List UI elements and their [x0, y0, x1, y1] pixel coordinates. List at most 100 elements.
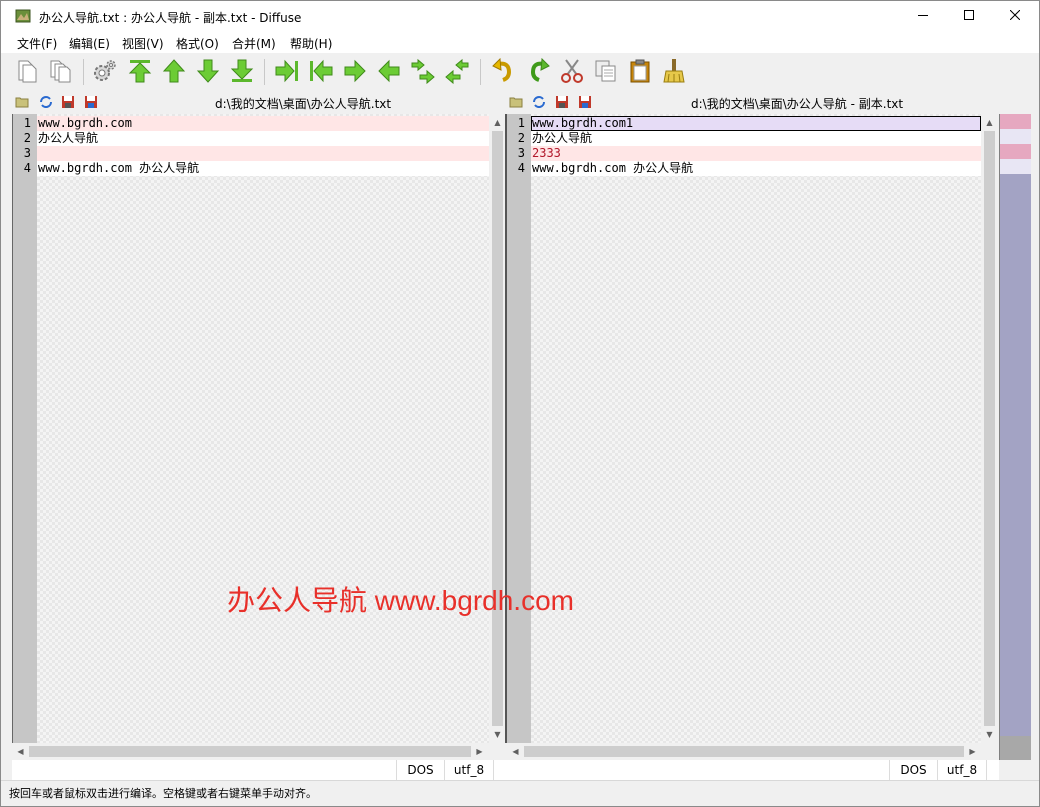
copy-left-button[interactable] [307, 58, 335, 86]
first-difference-icon [127, 58, 153, 87]
reload-file-icon[interactable] [39, 95, 53, 109]
overview-same-marker [1000, 129, 1016, 144]
menu-format[interactable]: 格式(O) [176, 35, 219, 52]
previous-difference-icon [161, 58, 187, 87]
overview-corner [1000, 736, 1031, 760]
minimize-button[interactable] [900, 1, 946, 31]
merge-left-icon [376, 58, 402, 87]
close-button[interactable] [992, 1, 1038, 31]
new-2way-icon [15, 59, 39, 86]
line-ending-label: DOS [396, 760, 444, 780]
copy-button[interactable] [592, 58, 620, 86]
right-text-area[interactable]: www.bgrdh.com1 办公人导航 2333 www.bgrdh.com … [531, 114, 981, 743]
scroll-right-arrow-icon[interactable]: ▶ [471, 743, 488, 760]
left-text-area[interactable]: www.bgrdh.com 办公人导航 www.bgrdh.com 办公人导航 [37, 114, 489, 743]
open-file-icon[interactable] [509, 95, 523, 109]
open-file-icon[interactable] [15, 95, 29, 109]
preferences-icon [92, 58, 118, 87]
left-pane[interactable]: 1 2 3 4 www.bgrdh.com 办公人导航 www.bgrdh.co… [12, 114, 506, 743]
overview-diff-marker [1000, 144, 1016, 159]
previous-difference-button[interactable] [160, 58, 188, 86]
menu-edit[interactable]: 编辑(E) [69, 35, 110, 52]
merge-both-left-icon [444, 58, 470, 87]
paste-button[interactable] [626, 58, 654, 86]
maximize-button[interactable] [946, 1, 992, 31]
overview-same-marker [1016, 129, 1031, 144]
new-3way-button[interactable] [47, 58, 75, 86]
overview-same-marker [1000, 159, 1016, 174]
menu-help[interactable]: 帮助(H) [290, 35, 332, 52]
menu-view[interactable]: 视图(V) [122, 35, 164, 52]
toolbar-separator [264, 59, 265, 85]
left-encoding-bar: DOS utf_8 [12, 760, 495, 780]
save-file-icon[interactable] [555, 95, 569, 109]
menu-merge[interactable]: 合并(M) [232, 35, 276, 52]
copy-icon [593, 58, 619, 87]
text-line[interactable]: www.bgrdh.com 办公人导航 [37, 161, 489, 176]
merge-both-left-button[interactable] [443, 58, 471, 86]
text-line[interactable]: www.bgrdh.com1 [531, 116, 981, 131]
undo-button[interactable] [490, 57, 518, 86]
scrollbar-thumb[interactable] [29, 746, 471, 757]
new-2way-button[interactable] [13, 58, 41, 86]
next-difference-button[interactable] [194, 58, 222, 86]
text-line[interactable]: www.bgrdh.com [37, 116, 489, 131]
merge-both-right-button[interactable] [409, 58, 437, 86]
scroll-down-arrow-icon[interactable]: ▼ [981, 726, 998, 743]
scrollbar-thumb[interactable] [492, 131, 503, 726]
left-pane-header: d:\我的文档\桌面\办公人导航.txt [1, 91, 495, 113]
toolbar-separator [480, 59, 481, 85]
status-message: 按回车或者鼠标双击进行编译。空格键或者右键菜单手动对齐。 [9, 787, 317, 800]
text-line[interactable]: 办公人导航 [37, 131, 489, 146]
save-file-icon[interactable] [61, 95, 75, 109]
scroll-up-arrow-icon[interactable]: ▲ [981, 114, 998, 131]
text-line[interactable] [37, 146, 489, 161]
preferences-button[interactable] [91, 58, 119, 86]
scroll-right-arrow-icon[interactable]: ▶ [964, 743, 981, 760]
line-number: 4 [23, 161, 31, 175]
cut-button[interactable] [558, 58, 586, 86]
redo-icon [525, 57, 551, 87]
difference-overview-map[interactable] [999, 114, 1031, 760]
text-line[interactable]: 办公人导航 [531, 131, 981, 146]
cut-icon [559, 58, 585, 87]
overview-diff-marker [1000, 114, 1016, 129]
first-difference-button[interactable] [126, 58, 154, 86]
window-title: 办公人导航.txt : 办公人导航 - 副本.txt - Diffuse [39, 11, 302, 25]
reload-file-icon[interactable] [532, 95, 546, 109]
menu-file[interactable]: 文件(F) [17, 35, 57, 52]
clear-edits-button[interactable] [660, 58, 688, 86]
copy-right-button[interactable] [273, 58, 301, 86]
line-number-gutter: 1 2 3 4 [507, 114, 531, 743]
scroll-up-arrow-icon[interactable]: ▲ [489, 114, 506, 131]
scrollbar-thumb[interactable] [984, 131, 995, 726]
merge-right-icon [342, 58, 368, 87]
right-pane[interactable]: 1 2 3 4 www.bgrdh.com1 办公人导航 2333 www.bg… [507, 114, 999, 743]
diffuse-window: 办公人导航.txt : 办公人导航 - 副本.txt - Diffuse 文件(… [0, 0, 1040, 807]
save-as-icon[interactable] [578, 95, 592, 109]
minimize-icon [918, 9, 928, 23]
line-number: 4 [517, 161, 525, 175]
scroll-left-arrow-icon[interactable]: ◀ [507, 743, 524, 760]
clear-edits-icon [661, 58, 687, 87]
right-horizontal-scrollbar[interactable]: ◀ ▶ [507, 743, 981, 760]
save-as-icon[interactable] [84, 95, 98, 109]
title-bar: 办公人导航.txt : 办公人导航 - 副本.txt - Diffuse [1, 1, 1039, 31]
scroll-left-arrow-icon[interactable]: ◀ [12, 743, 29, 760]
charset-label: utf_8 [937, 760, 987, 780]
merge-both-right-icon [410, 58, 436, 87]
charset-label: utf_8 [444, 760, 494, 780]
merge-right-button[interactable] [341, 58, 369, 86]
scroll-down-arrow-icon[interactable]: ▼ [489, 726, 506, 743]
right-vertical-scrollbar[interactable]: ▲ ▼ [981, 114, 998, 743]
text-line[interactable]: www.bgrdh.com 办公人导航 [531, 161, 981, 176]
watermark-text: 办公人导航 www.bgrdh.com [227, 585, 574, 616]
last-difference-button[interactable] [228, 58, 256, 86]
left-horizontal-scrollbar[interactable]: ◀ ▶ [12, 743, 488, 760]
line-number: 2 [517, 131, 525, 145]
merge-left-button[interactable] [375, 58, 403, 86]
scrollbar-thumb[interactable] [524, 746, 964, 757]
text-line[interactable]: 2333 [531, 146, 981, 161]
left-vertical-scrollbar[interactable]: ▲ ▼ [489, 114, 506, 743]
redo-button[interactable] [524, 57, 552, 87]
